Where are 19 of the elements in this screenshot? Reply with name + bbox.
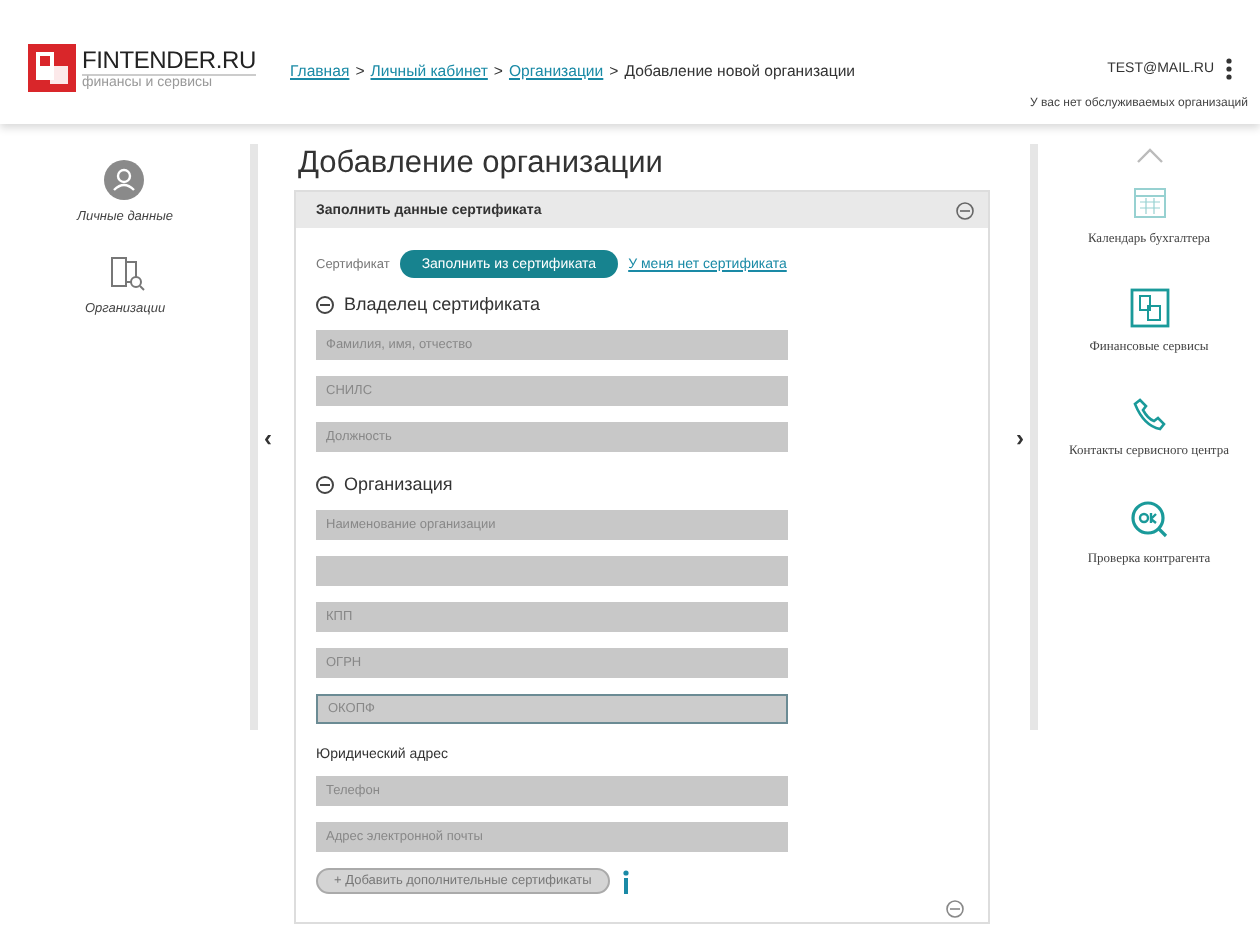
collapse-right-arrow[interactable]: › [1016,425,1024,449]
collapse-icon[interactable] [316,295,334,313]
scroll-up-icon[interactable] [1135,148,1163,164]
user-icon[interactable] [104,160,145,200]
collapse-icon[interactable] [316,475,334,493]
input-field[interactable] [316,556,788,586]
page-title: Добавление организации [298,146,665,182]
logo-name: FINTENDER.RU [82,46,256,74]
collapse-icon[interactable] [956,201,974,219]
ok-bubble-icon[interactable] [1129,500,1169,541]
section-title: Организация [344,474,453,494]
logo-icon [28,44,76,92]
collapse-left-arrow[interactable]: ‹ [264,425,272,449]
section-title: Владелец сертификата [344,294,540,314]
more-icon[interactable] [1226,58,1232,80]
phone-icon[interactable] [1131,396,1167,433]
document-icon[interactable] [1129,288,1169,329]
info-icon[interactable] [621,869,630,893]
buildings-icon[interactable] [105,252,145,292]
